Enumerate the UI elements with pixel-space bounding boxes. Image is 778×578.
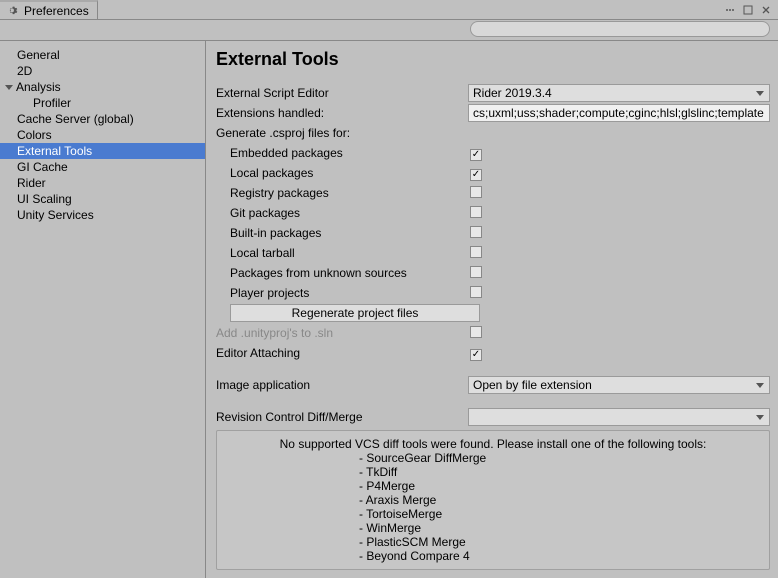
- close-button[interactable]: [758, 3, 774, 17]
- sidebar-item-label: Colors: [17, 128, 52, 142]
- csproj-row-6: Packages from unknown sources: [216, 264, 770, 282]
- csproj-label: Built-in packages: [216, 226, 468, 240]
- sidebar-item-external-tools[interactable]: External Tools: [0, 143, 205, 159]
- csproj-checkbox-embedded-packages[interactable]: [470, 149, 482, 161]
- vcs-tool-item: - P4Merge: [225, 479, 761, 493]
- csproj-label: Player projects: [216, 286, 468, 300]
- generate-csproj-label-row: Generate .csproj files for:: [216, 124, 770, 142]
- sidebar-item-label: Rider: [17, 176, 46, 190]
- csproj-label: Git packages: [216, 206, 468, 220]
- add-unityproj-row: Add .unityproj's to .sln: [216, 324, 770, 342]
- window-title: Preferences: [24, 4, 89, 18]
- csproj-row-1: Local packages: [216, 164, 770, 182]
- revision-control-row: Revision Control Diff/Merge: [216, 408, 770, 426]
- page-heading: External Tools: [216, 49, 770, 70]
- csproj-checkbox-packages-from-unknown-sources[interactable]: [470, 266, 482, 278]
- sidebar-item-label: 2D: [17, 64, 32, 78]
- sidebar-item-gi-cache[interactable]: GI Cache: [0, 159, 205, 175]
- csproj-checkbox-registry-packages[interactable]: [470, 186, 482, 198]
- sidebar-item-label: External Tools: [17, 144, 92, 158]
- context-menu-button[interactable]: [722, 3, 738, 17]
- editor-attaching-row: Editor Attaching: [216, 344, 770, 362]
- expand-arrow-icon: [5, 85, 13, 90]
- external-script-editor-dropdown[interactable]: Rider 2019.3.4: [468, 84, 770, 102]
- add-unityproj-label: Add .unityproj's to .sln: [216, 326, 468, 340]
- sidebar-item-ui-scaling[interactable]: UI Scaling: [0, 191, 205, 207]
- gear-icon: [8, 5, 20, 17]
- image-application-dropdown[interactable]: Open by file extension: [468, 376, 770, 394]
- sidebar-item-unity-services[interactable]: Unity Services: [0, 207, 205, 223]
- csproj-label: Embedded packages: [216, 146, 468, 160]
- sidebar-item-analysis[interactable]: Analysis: [0, 79, 205, 95]
- regenerate-row: Regenerate project files: [216, 304, 770, 322]
- csproj-row-0: Embedded packages: [216, 144, 770, 162]
- csproj-checkbox-local-packages[interactable]: [470, 169, 482, 181]
- sidebar-item-label: Profiler: [33, 96, 71, 110]
- extensions-handled-row: Extensions handled:: [216, 104, 770, 122]
- sidebar-item-cache-server-global-[interactable]: Cache Server (global): [0, 111, 205, 127]
- vcs-tool-item: - WinMerge: [225, 521, 761, 535]
- toolbar: [0, 20, 778, 40]
- revision-control-label: Revision Control Diff/Merge: [216, 410, 468, 424]
- vcs-tool-item: - PlasticSCM Merge: [225, 535, 761, 549]
- external-script-editor-label: External Script Editor: [216, 86, 468, 100]
- regenerate-button[interactable]: Regenerate project files: [230, 304, 480, 322]
- editor-attaching-checkbox[interactable]: [470, 349, 482, 361]
- extensions-handled-label: Extensions handled:: [216, 106, 468, 120]
- sidebar-item-label: Analysis: [16, 80, 61, 94]
- search-input[interactable]: [470, 21, 770, 37]
- editor-attaching-label: Editor Attaching: [216, 346, 468, 360]
- sidebar-item-label: General: [17, 48, 60, 62]
- sidebar-item-label: Cache Server (global): [17, 112, 134, 126]
- csproj-row-2: Registry packages: [216, 184, 770, 202]
- vcs-info-header: No supported VCS diff tools were found. …: [225, 437, 761, 451]
- sidebar: General 2D Analysis Profiler Cache Server (g…: [0, 41, 206, 578]
- sidebar-item-label: UI Scaling: [17, 192, 72, 206]
- window-tab[interactable]: Preferences: [0, 0, 98, 19]
- add-unityproj-checkbox: [470, 326, 482, 338]
- extensions-handled-input[interactable]: [468, 104, 770, 122]
- vcs-tool-item: - TortoiseMerge: [225, 507, 761, 521]
- titlebar: Preferences: [0, 0, 778, 20]
- image-application-label: Image application: [216, 378, 468, 392]
- csproj-row-7: Player projects: [216, 284, 770, 302]
- csproj-row-3: Git packages: [216, 204, 770, 222]
- vcs-tool-item: - Beyond Compare 4: [225, 549, 761, 563]
- generate-csproj-label: Generate .csproj files for:: [216, 126, 468, 140]
- csproj-label: Local packages: [216, 166, 468, 180]
- sidebar-item-label: GI Cache: [17, 160, 68, 174]
- csproj-checkbox-player-projects[interactable]: [470, 286, 482, 298]
- window-controls: [722, 3, 778, 17]
- preferences-window: Preferences General 2D Analysis Profiler Cac…: [0, 0, 778, 578]
- revision-control-dropdown[interactable]: [468, 408, 770, 426]
- vcs-info-box: No supported VCS diff tools were found. …: [216, 430, 770, 570]
- csproj-label: Local tarball: [216, 246, 468, 260]
- csproj-label: Packages from unknown sources: [216, 266, 468, 280]
- vcs-tool-item: - TkDiff: [225, 465, 761, 479]
- csproj-checkbox-built-in-packages[interactable]: [470, 226, 482, 238]
- sidebar-item-colors[interactable]: Colors: [0, 127, 205, 143]
- image-application-row: Image application Open by file extension: [216, 376, 770, 394]
- main-panel: External Tools External Script Editor Ri…: [206, 41, 778, 578]
- vcs-tool-item: - SourceGear DiffMerge: [225, 451, 761, 465]
- csproj-row-4: Built-in packages: [216, 224, 770, 242]
- vcs-tool-item: - Araxis Merge: [225, 493, 761, 507]
- sidebar-item-label: Unity Services: [17, 208, 94, 222]
- maximize-button[interactable]: [740, 3, 756, 17]
- body: General 2D Analysis Profiler Cache Server (g…: [0, 40, 778, 578]
- csproj-row-5: Local tarball: [216, 244, 770, 262]
- csproj-label: Registry packages: [216, 186, 468, 200]
- external-script-editor-row: External Script Editor Rider 2019.3.4: [216, 84, 770, 102]
- csproj-checkbox-local-tarball[interactable]: [470, 246, 482, 258]
- sidebar-item-profiler[interactable]: Profiler: [0, 95, 205, 111]
- sidebar-item-rider[interactable]: Rider: [0, 175, 205, 191]
- sidebar-item-general[interactable]: General: [0, 47, 205, 63]
- sidebar-item-2d[interactable]: 2D: [0, 63, 205, 79]
- csproj-checkbox-git-packages[interactable]: [470, 206, 482, 218]
